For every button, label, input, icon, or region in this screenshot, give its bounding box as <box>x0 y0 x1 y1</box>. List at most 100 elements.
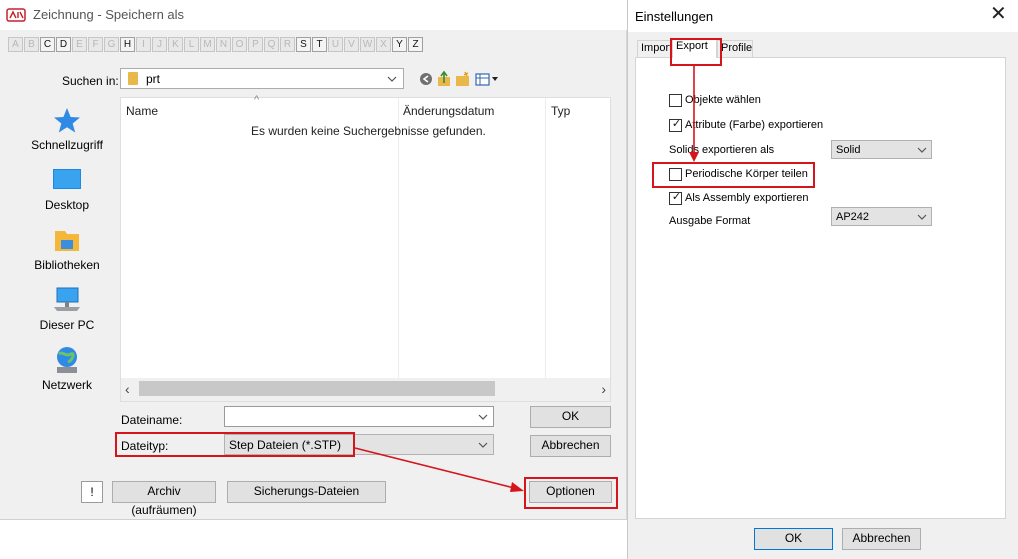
scroll-left-icon[interactable]: ‹ <box>125 381 130 397</box>
drive-letter-button[interactable]: T <box>312 37 327 52</box>
drive-letter-button[interactable]: W <box>360 37 375 52</box>
checkmark-icon: ✓ <box>671 191 682 203</box>
chevron-down-icon[interactable] <box>385 71 399 87</box>
drive-letter-button[interactable]: S <box>296 37 311 52</box>
checkbox[interactable]: ✓ <box>669 118 682 132</box>
new-folder-icon[interactable] <box>456 71 469 86</box>
annotation-box-periodic-option <box>652 162 815 188</box>
pc-icon <box>54 287 80 311</box>
places-bar: Schnellzugriff Desktop Bibliotheken Dies… <box>18 97 116 402</box>
drive-letter-button[interactable]: E <box>72 37 87 52</box>
drive-letter-button[interactable]: R <box>280 37 295 52</box>
drive-letter-button[interactable]: F <box>88 37 103 52</box>
drive-letter-button[interactable]: V <box>344 37 359 52</box>
checkbox-label: Attribute (Farbe) exportieren <box>685 119 824 131</box>
save-ok-button[interactable]: OK <box>530 406 611 428</box>
drive-letter-button[interactable]: Z <box>408 37 423 52</box>
drive-letter-button[interactable]: O <box>232 37 247 52</box>
annotation-box-export-tab <box>670 38 722 66</box>
close-icon[interactable]: ✕ <box>990 4 1007 24</box>
drive-letter-button[interactable]: P <box>248 37 263 52</box>
save-titlebar: Zeichnung - Speichern als <box>0 0 627 30</box>
scroll-right-icon[interactable]: › <box>601 381 606 397</box>
drive-letter-bar: ABCDEFGHIJKLMNOPQRSTUVWXYZ <box>8 37 424 52</box>
drive-letter-button[interactable]: I <box>136 37 151 52</box>
exclamation-box[interactable]: ! <box>81 481 103 503</box>
backup-files-button[interactable]: Sicherungs-Dateien <box>227 481 386 503</box>
checkbox[interactable]: ✓ <box>669 191 682 205</box>
desktop-icon <box>53 169 81 189</box>
tab-profile[interactable]: Profile <box>717 40 753 57</box>
app-logo-icon <box>6 8 26 22</box>
drive-letter-button[interactable]: U <box>328 37 343 52</box>
archive-button[interactable]: Archiv (aufräumen) <box>112 481 216 517</box>
chevron-down-icon[interactable] <box>916 143 928 157</box>
drive-letter-button[interactable]: Y <box>392 37 407 52</box>
format-dropdown[interactable]: AP242 <box>831 207 932 226</box>
place-network[interactable]: Netzwerk <box>18 345 116 403</box>
star-icon <box>54 108 80 133</box>
drive-letter-button[interactable]: N <box>216 37 231 52</box>
save-cancel-button[interactable]: Abbrechen <box>530 435 611 457</box>
chevron-down-icon[interactable] <box>476 437 490 453</box>
up-folder-icon[interactable] <box>438 70 450 86</box>
checkmark-icon: ✓ <box>671 118 682 130</box>
chevron-down-icon[interactable] <box>916 210 928 224</box>
filename-label: Dateiname: <box>121 413 183 427</box>
file-list[interactable]: ^ Name Änderungsdatum Typ Es wurden kein… <box>120 94 611 402</box>
back-icon[interactable] <box>420 73 432 85</box>
navigation-toolbar <box>420 70 498 86</box>
drive-letter-button[interactable]: L <box>184 37 199 52</box>
drive-letter-button[interactable]: B <box>24 37 39 52</box>
place-desktop[interactable]: Desktop <box>18 165 116 223</box>
place-this-pc[interactable]: Dieser PC <box>18 285 116 343</box>
drive-letter-button[interactable]: X <box>376 37 391 52</box>
library-icon <box>55 231 79 251</box>
checkbox-label: Objekte wählen <box>685 94 761 106</box>
checkbox[interactable]: ✓ <box>669 94 682 107</box>
format-label: Ausgabe Format <box>669 215 751 227</box>
solids-value: Solid <box>836 144 861 156</box>
annotation-box-filetype <box>115 432 355 457</box>
place-label: Schnellzugriff <box>31 138 103 152</box>
column-header-type[interactable]: Typ <box>551 104 570 118</box>
place-libraries[interactable]: Bibliotheken <box>18 225 116 283</box>
settings-ok-button[interactable]: OK <box>754 528 833 550</box>
place-label: Dieser PC <box>39 318 95 332</box>
scrollbar-thumb[interactable] <box>139 381 495 396</box>
drive-letter-button[interactable]: K <box>168 37 183 52</box>
drive-letter-button[interactable]: Q <box>264 37 279 52</box>
place-quick-access[interactable]: Schnellzugriff <box>18 105 116 163</box>
format-value: AP242 <box>836 211 870 223</box>
tab-import[interactable]: Import <box>637 40 673 57</box>
annotation-box-options <box>524 477 618 509</box>
chevron-down-icon[interactable] <box>476 409 490 425</box>
drive-letter-button[interactable]: J <box>152 37 167 52</box>
filename-input[interactable] <box>224 406 494 427</box>
drive-letter-button[interactable]: G <box>104 37 119 52</box>
lookin-dropdown[interactable]: prt <box>120 68 404 89</box>
lookin-label: Suchen in: <box>62 74 119 88</box>
settings-cancel-button[interactable]: Abbrechen <box>842 528 921 550</box>
column-header-date[interactable]: Änderungsdatum <box>403 104 494 118</box>
lookin-value: prt <box>146 72 161 86</box>
horizontal-scrollbar[interactable]: ‹ › <box>121 378 610 401</box>
column-header-name[interactable]: Name <box>126 104 158 118</box>
settings-dialog-title: Einstellungen <box>635 9 714 24</box>
drive-letter-button[interactable]: H <box>120 37 135 52</box>
export-tab-panel: ✓ Objekte wählen ✓ Attribute (Farbe) exp… <box>635 57 1006 519</box>
checkbox-label: Als Assembly exportieren <box>685 192 809 204</box>
drive-letter-button[interactable]: D <box>56 37 71 52</box>
view-menu-icon[interactable] <box>475 73 498 86</box>
solids-dropdown[interactable]: Solid <box>831 140 932 159</box>
settings-dialog: Einstellungen ✕ Import Export Profile ✓ … <box>627 0 1018 559</box>
folder-icon <box>128 72 138 85</box>
drive-letter-button[interactable]: M <box>200 37 215 52</box>
sort-arrow-icon: ^ <box>254 94 260 106</box>
solids-label: Solids exportieren als <box>669 144 775 156</box>
drive-letter-button[interactable]: A <box>8 37 23 52</box>
column-divider <box>545 98 546 378</box>
drive-letter-button[interactable]: C <box>40 37 55 52</box>
place-label: Netzwerk <box>41 378 92 392</box>
place-label: Desktop <box>44 198 90 212</box>
